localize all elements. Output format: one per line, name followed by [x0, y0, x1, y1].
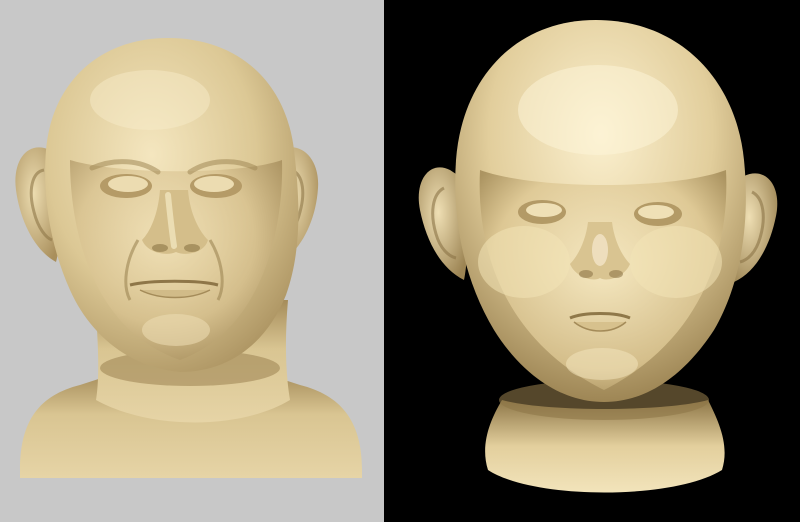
child-head-render — [384, 0, 800, 522]
adult-head-panel — [0, 0, 384, 522]
adult-head-render — [0, 0, 384, 522]
child-head-panel — [384, 0, 800, 522]
image-canvas — [0, 0, 800, 522]
